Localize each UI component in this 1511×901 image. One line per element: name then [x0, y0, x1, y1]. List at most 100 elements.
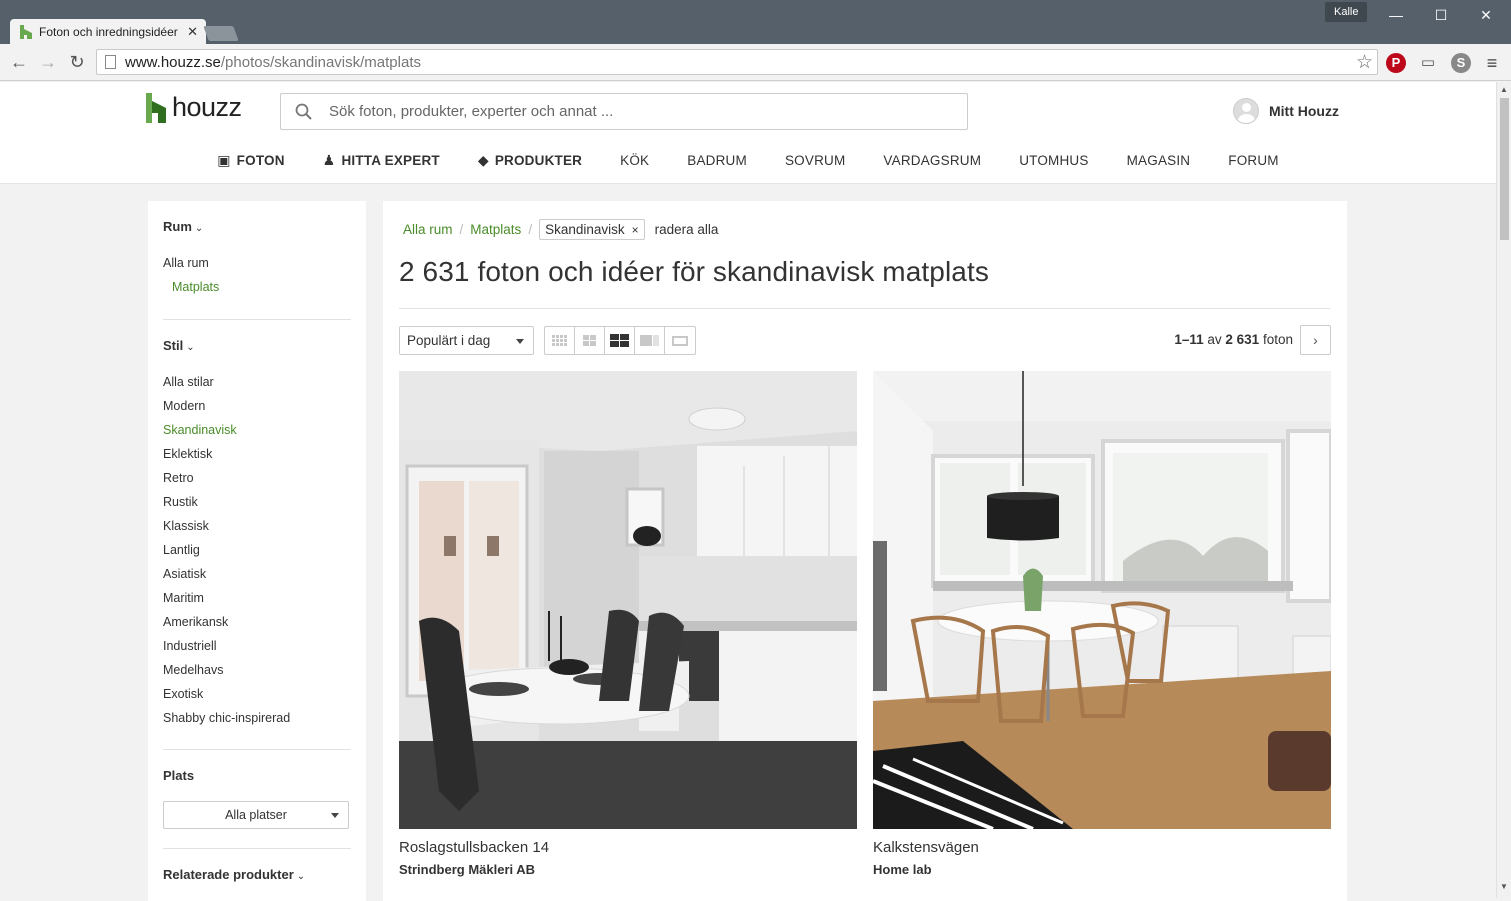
filter-matplats[interactable]: Matplats	[172, 280, 219, 294]
filter-stil-item-active[interactable]: Skandinavisk	[163, 423, 237, 437]
photo-icon: ▣	[217, 152, 231, 168]
site-header: houzz Mitt Houzz ▣FOTON ♟HITTA EXPERT ◆P…	[0, 82, 1496, 184]
skype-icon[interactable]: S	[1451, 53, 1471, 73]
new-tab-button[interactable]	[203, 26, 239, 41]
single-view-icon	[640, 335, 659, 346]
view-small-grid-button[interactable]	[545, 327, 575, 354]
large-grid-icon	[610, 334, 629, 347]
nav-vardagsrum[interactable]: VARDAGSRUM	[883, 152, 981, 169]
pinterest-icon[interactable]: P	[1386, 53, 1406, 73]
related-products-toggle[interactable]: Relaterade produkter ⌄	[163, 867, 305, 882]
view-medium-grid-button[interactable]	[575, 327, 605, 354]
filter-stil-item[interactable]: Shabby chic-inspirerad	[163, 711, 290, 725]
clear-all-link[interactable]: radera alla	[655, 222, 719, 237]
plats-select[interactable]: Alla platser	[163, 801, 349, 829]
browser-tab[interactable]: Foton och inredningsidéer ✕	[10, 19, 206, 45]
filter-stil-item[interactable]: Lantlig	[163, 543, 200, 557]
page-scrollbar[interactable]: ▲ ▼	[1496, 82, 1511, 898]
breadcrumb: Alla rum / Matplats / Skandinavisk × rad…	[403, 219, 718, 240]
filter-stil-item[interactable]: Eklektisk	[163, 447, 212, 461]
scrollbar-thumb[interactable]	[1500, 98, 1509, 240]
menu-icon[interactable]: ≡	[1482, 53, 1502, 73]
view-large-grid-button[interactable]	[605, 327, 635, 354]
page-title: 2 631 foton och idéer för skandinavisk m…	[399, 256, 989, 287]
sort-select[interactable]: Populärt i dag	[399, 326, 534, 355]
nav-forum[interactable]: FORUM	[1228, 152, 1279, 169]
medium-grid-icon	[583, 335, 596, 346]
cast-icon[interactable]: ▭	[1418, 53, 1438, 73]
reload-button[interactable]: ↻	[66, 51, 88, 73]
back-button[interactable]: ←	[8, 51, 30, 73]
my-houzz-label: Mitt Houzz	[1269, 103, 1339, 119]
forward-button[interactable]: →	[37, 51, 59, 73]
address-bar[interactable]: www.houzz.se/photos/skandinavisk/matplat…	[96, 49, 1378, 75]
photo-title[interactable]: Roslagstullsbacken 14	[399, 839, 549, 856]
url-host: www.houzz.se	[125, 53, 221, 71]
tab-title: Foton och inredningsidéer	[39, 25, 178, 39]
filter-sidebar: Rum ⌄ Alla rum Matplats Stil ⌄ Alla stilar…	[148, 201, 366, 901]
minimize-button[interactable]: —	[1381, 4, 1411, 26]
view-mode-toggle	[544, 326, 696, 355]
tag-icon: ◆	[477, 152, 489, 168]
result-count: 1–11 av 2 631 foton	[1174, 332, 1293, 347]
photo-author[interactable]: Home lab	[873, 862, 932, 877]
tab-close-icon[interactable]: ✕	[187, 24, 198, 40]
my-houzz-link[interactable]: Mitt Houzz	[1233, 98, 1339, 124]
photo-card-image[interactable]	[873, 371, 1331, 829]
filter-stil-item[interactable]: Asiatisk	[163, 567, 206, 581]
houzz-logo[interactable]: houzz	[146, 92, 242, 123]
filter-alla-rum[interactable]: Alla rum	[163, 256, 209, 270]
scroll-down-icon[interactable]: ▼	[1500, 882, 1508, 891]
filter-stil-item[interactable]: Rustik	[163, 495, 198, 509]
filter-stil-item[interactable]: Exotisk	[163, 687, 203, 701]
breadcrumb-separator: /	[528, 222, 533, 237]
nav-hitta-expert[interactable]: ♟ HITTA EXPERT	[323, 152, 440, 169]
filter-stil-item[interactable]: Maritim	[163, 591, 204, 605]
browser-toolbar: ← → ↻ www.houzz.se/photos/skandinavisk/m…	[0, 44, 1511, 81]
close-window-button[interactable]: ✕	[1471, 4, 1501, 26]
remove-filter-icon[interactable]: ×	[632, 223, 639, 237]
view-list-button[interactable]	[665, 327, 695, 354]
profile-badge[interactable]: Kalle	[1325, 2, 1368, 22]
nav-utomhus[interactable]: UTOMHUS	[1019, 152, 1088, 169]
logo-wordmark: houzz	[172, 92, 242, 122]
filter-stil-item[interactable]: Retro	[163, 471, 194, 485]
breadcrumb-alla-rum[interactable]: Alla rum	[403, 222, 453, 237]
stil-filter-toggle[interactable]: Stil ⌄	[163, 338, 195, 353]
view-single-button[interactable]	[635, 327, 665, 354]
photo-title[interactable]: Kalkstensvägen	[873, 839, 979, 856]
style-filter-chip[interactable]: Skandinavisk ×	[539, 219, 645, 240]
divider	[163, 848, 351, 849]
filter-stil-item[interactable]: Medelhavs	[163, 663, 223, 677]
filter-stil-item[interactable]: Amerikansk	[163, 615, 228, 629]
nav-foton[interactable]: ▣ FOTON	[217, 152, 284, 169]
divider	[399, 308, 1330, 309]
filter-stil-item[interactable]: Klassisk	[163, 519, 209, 533]
nav-sovrum[interactable]: SOVRUM	[785, 152, 845, 169]
breadcrumb-matplats[interactable]: Matplats	[470, 222, 521, 237]
photo-author[interactable]: Strindberg Mäkleri AB	[399, 862, 535, 877]
maximize-button[interactable]: ☐	[1426, 4, 1456, 26]
nav-produkter[interactable]: ◆ PRODUKTER	[478, 152, 582, 169]
rum-filter-toggle[interactable]: Rum ⌄	[163, 219, 203, 234]
nav-kok[interactable]: KÖK	[620, 152, 649, 169]
list-view-icon	[672, 335, 688, 346]
plats-heading: Plats	[163, 768, 195, 783]
chevron-down-icon	[331, 813, 339, 818]
search-input[interactable]	[329, 103, 929, 120]
filter-stil-item[interactable]: Modern	[163, 399, 205, 413]
next-page-button[interactable]: ›	[1300, 325, 1331, 355]
filter-stil-item[interactable]: Industriell	[163, 639, 217, 653]
chevron-down-icon	[516, 339, 524, 344]
site-search[interactable]	[280, 93, 968, 130]
filter-stil-item[interactable]: Alla stilar	[163, 375, 214, 389]
scroll-up-icon[interactable]: ▲	[1500, 85, 1508, 94]
browser-titlebar: Foton och inredningsidéer ✕ Kalle — ☐ ✕	[0, 0, 1511, 45]
houzz-favicon-icon	[20, 25, 32, 39]
main-nav: ▣ FOTON ♟ HITTA EXPERT ◆ PRODUKTER KÖK BADR…	[0, 152, 1496, 169]
search-icon	[295, 103, 313, 126]
photo-card-image[interactable]	[399, 371, 857, 829]
nav-badrum[interactable]: BADRUM	[687, 152, 747, 169]
nav-magasin[interactable]: MAGASIN	[1127, 152, 1191, 169]
bookmark-star-icon[interactable]: ☆	[1356, 51, 1373, 74]
